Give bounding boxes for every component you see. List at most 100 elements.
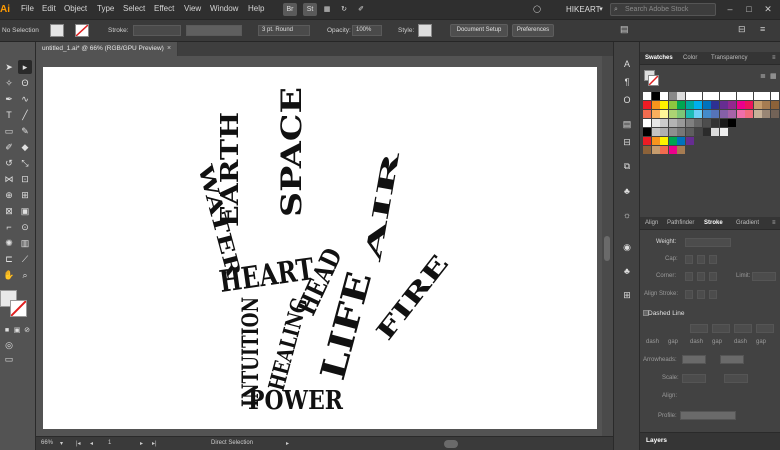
cap-round-button[interactable]	[697, 255, 705, 264]
graphic-style-swatch[interactable]	[418, 24, 432, 37]
dash-field-2[interactable]	[734, 324, 752, 333]
tab-stroke[interactable]: Stroke	[704, 220, 723, 226]
color-swatch[interactable]	[668, 92, 677, 100]
color-swatch[interactable]	[719, 128, 728, 136]
links-panel-icon[interactable]: ⧉	[620, 159, 634, 173]
first-artboard-icon[interactable]: |◂	[76, 440, 81, 447]
tab-transparency[interactable]: Transparency	[711, 55, 747, 61]
gap-field-2[interactable]	[756, 324, 774, 333]
color-swatch[interactable]	[677, 101, 685, 109]
color-swatch[interactable]	[770, 92, 779, 100]
menu-help[interactable]: Help	[248, 4, 264, 13]
shaper-icon[interactable]: ✐	[2, 140, 16, 154]
color-swatch[interactable]	[745, 101, 753, 109]
color-swatch[interactable]	[719, 101, 728, 109]
eyedropper-icon[interactable]: ⌐	[2, 220, 16, 234]
asset-export-icon[interactable]: ⊟	[620, 135, 634, 149]
color-swatch[interactable]	[685, 92, 694, 100]
menu-effect[interactable]: Effect	[154, 4, 174, 13]
close-icon[interactable]: ✕	[760, 2, 776, 17]
color-swatch[interactable]	[651, 128, 660, 136]
align-center-button[interactable]	[685, 290, 693, 299]
libraries-icon[interactable]: ▤	[620, 117, 634, 131]
fill-swatch[interactable]	[50, 24, 64, 37]
menu-icon[interactable]: ≡	[760, 24, 765, 34]
color-swatch[interactable]	[668, 119, 677, 127]
panel-menu-icon-2[interactable]: ≡	[772, 220, 776, 226]
grid-icon[interactable]: ▦	[320, 3, 334, 16]
shape-builder-icon[interactable]: ⊕	[2, 188, 16, 202]
color-swatch[interactable]	[702, 110, 711, 118]
color-swatch[interactable]	[711, 128, 719, 136]
previous-artboard-icon[interactable]: ◂	[90, 440, 93, 447]
color-swatch[interactable]	[728, 101, 736, 109]
character-panel-icon[interactable]: A	[620, 57, 634, 71]
color-swatch[interactable]	[660, 92, 668, 100]
color-swatch[interactable]	[651, 110, 660, 118]
menu-file[interactable]: File	[21, 4, 34, 13]
zoom-level[interactable]: 66%	[41, 440, 53, 446]
status-menu-icon[interactable]: ▸	[286, 440, 289, 447]
document-tab[interactable]: untitled_1.ai* @ 66% (RGB/GPU Preview) ×	[36, 42, 178, 56]
column-graph-icon[interactable]: ▥	[18, 236, 32, 250]
symbols-panel-icon[interactable]: ♣	[620, 184, 634, 198]
color-swatch[interactable]	[651, 101, 660, 109]
vertical-scrollbar[interactable]	[602, 56, 613, 436]
symbol-sprayer-icon[interactable]: ✺	[2, 236, 16, 250]
color-swatch[interactable]	[753, 110, 762, 118]
color-swatch[interactable]	[694, 92, 702, 100]
free-transform-icon[interactable]: ⊡	[18, 172, 32, 186]
color-swatch[interactable]	[677, 128, 685, 136]
dash-field-1[interactable]	[690, 324, 708, 333]
horizontal-scroll-thumb[interactable]	[444, 440, 458, 448]
hand-tool-icon[interactable]: ✋	[2, 268, 16, 282]
chevron-down-icon[interactable]: ▾	[594, 3, 608, 16]
swatch-stroke-preview[interactable]	[648, 75, 659, 86]
arrowhead-start-select[interactable]	[682, 355, 706, 364]
color-swatch[interactable]	[651, 146, 660, 154]
pen-tool-icon[interactable]: ✒	[2, 92, 16, 106]
weight-field[interactable]	[685, 238, 731, 247]
color-swatch[interactable]	[745, 92, 753, 100]
bridge-icon[interactable]: Br	[283, 3, 297, 16]
color-swatch[interactable]	[762, 101, 770, 109]
color-swatch[interactable]	[660, 146, 668, 154]
color-swatch[interactable]	[736, 101, 745, 109]
color-swatch[interactable]	[753, 92, 762, 100]
color-swatch[interactable]	[736, 110, 745, 118]
color-swatch[interactable]	[762, 92, 770, 100]
menu-type[interactable]: Type	[97, 4, 114, 13]
color-swatch[interactable]	[694, 119, 702, 127]
variable-width-profile[interactable]	[186, 25, 242, 36]
color-swatch[interactable]	[711, 101, 719, 109]
color-swatch[interactable]	[651, 119, 660, 127]
close-tab-icon[interactable]: ×	[167, 42, 171, 56]
arrow-scale-start-field[interactable]	[682, 374, 706, 383]
cap-butt-button[interactable]	[685, 255, 693, 264]
color-swatch[interactable]	[728, 110, 736, 118]
stroke-swatch[interactable]	[75, 24, 89, 37]
color-swatch[interactable]	[660, 110, 668, 118]
tab-gradient[interactable]: Gradient	[736, 220, 759, 226]
blend-icon[interactable]: ⊙	[18, 220, 32, 234]
color-swatch[interactable]	[685, 110, 694, 118]
document-setup-button[interactable]: Document Setup	[450, 24, 508, 37]
zoom-dropdown-icon[interactable]: ▾	[60, 440, 63, 447]
artboard[interactable]: WATER EARTH SPACE AIR HEART HEAD LIFE FI…	[43, 67, 597, 429]
curvature-icon[interactable]: ∿	[18, 92, 32, 106]
color-swatch[interactable]	[660, 119, 668, 127]
color-swatch[interactable]	[753, 101, 762, 109]
artboard-tool-icon[interactable]: ⊏	[2, 252, 16, 266]
color-swatch[interactable]	[736, 92, 745, 100]
menu-object[interactable]: Object	[64, 4, 87, 13]
color-swatch[interactable]	[668, 110, 677, 118]
tab-color[interactable]: Color	[683, 55, 697, 61]
zoom-tool-icon[interactable]: ⌕	[18, 268, 32, 282]
perspective-grid-icon[interactable]: ⊞	[18, 188, 32, 202]
color-swatch[interactable]	[702, 92, 711, 100]
paragraph-panel-icon[interactable]: ¶	[620, 75, 634, 89]
color-swatch[interactable]	[770, 110, 779, 118]
tab-layers[interactable]: Layers	[640, 432, 780, 450]
color-swatch[interactable]	[728, 92, 736, 100]
color-swatch[interactable]	[685, 119, 694, 127]
